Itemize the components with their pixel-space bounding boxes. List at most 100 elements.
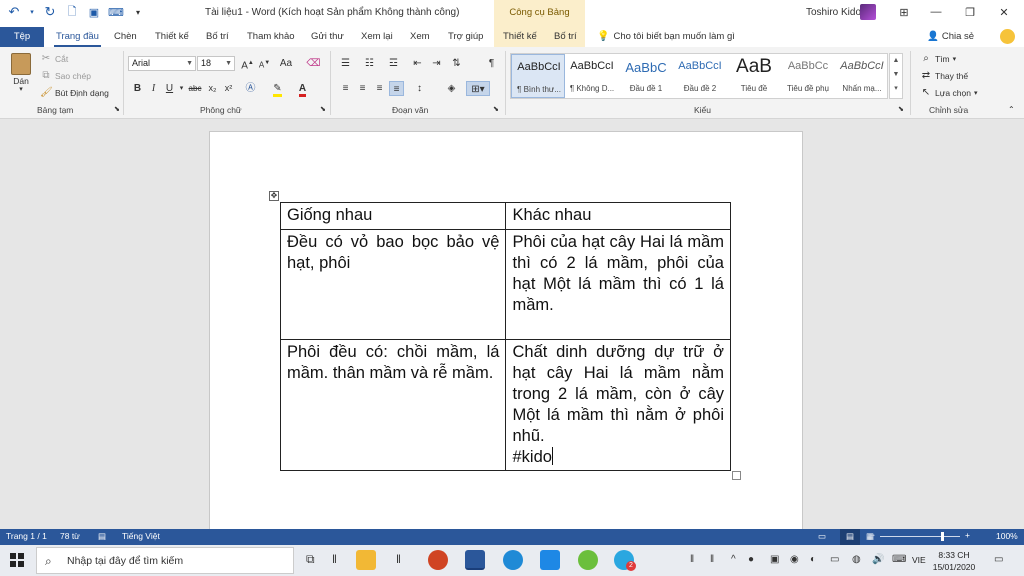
find-button[interactable]: ⌕ Tìm ▾ (920, 53, 956, 65)
tab-home[interactable]: Trang đầu (54, 27, 101, 47)
table-resize-handle[interactable] (732, 471, 741, 480)
table-cell[interactable]: Phôi của hạt cây Hai lá mầm thì có 2 lá … (505, 229, 731, 340)
input-language[interactable]: VIE (912, 555, 926, 565)
word-count[interactable]: 78 từ (60, 531, 80, 541)
multilevel-list-icon[interactable]: ☲ (386, 56, 401, 71)
tray-app-icon-4[interactable]: ◐ (810, 554, 816, 565)
store-icon[interactable] (540, 550, 560, 570)
feedback-smiley-icon[interactable] (1000, 29, 1015, 44)
task-view-icon[interactable]: ⧉ (306, 552, 315, 567)
table-cell[interactable]: Phôi đều có: chồi mầm, lá mầm. thân mầm … (279, 339, 507, 471)
style-normal[interactable]: AaBbCcI ¶ Bình thư... (511, 54, 565, 98)
redo-icon[interactable]: ↻ (42, 4, 58, 20)
change-case-button[interactable]: Aa (276, 56, 296, 71)
table-header-cell[interactable]: Giống nhau (279, 202, 507, 230)
restore-icon[interactable]: ❐ (958, 3, 982, 21)
touch-mode-icon[interactable]: ⌨ (108, 4, 124, 20)
zoom-out-icon[interactable]: − (870, 530, 875, 540)
strikethrough-button[interactable]: abc (186, 81, 204, 96)
style-heading-1[interactable]: AaBbC Đầu đề 1 (619, 54, 673, 98)
show-hidden-icons-icon[interactable]: ^ (731, 554, 736, 565)
font-color-button[interactable]: A (295, 81, 310, 97)
font-name-select[interactable]: Arial ▼ (128, 56, 196, 71)
style-subtitle[interactable]: AaBbCc Tiêu đề phụ (781, 54, 835, 98)
tab-references[interactable]: Tham khảo (247, 27, 295, 47)
undo-icon[interactable]: ↶ (6, 4, 22, 20)
replace-button[interactable]: ⇄ Thay thế (920, 70, 968, 82)
superscript-button[interactable]: x² (221, 81, 236, 96)
user-name[interactable]: Toshiro Kido (806, 7, 861, 18)
zoom-in-icon[interactable]: + (965, 530, 970, 540)
borders-icon[interactable]: ⊞▾ (466, 81, 490, 96)
document-table[interactable]: Giống nhau Khác nhau Đều có vỏ bao bọc b… (279, 202, 731, 471)
tell-me-box[interactable]: 💡 Cho tôi biết bạn muốn làm gì (597, 27, 735, 47)
tab-table-design[interactable]: Thiết kế (503, 27, 537, 47)
collapse-ribbon-icon[interactable]: ⌃ (1008, 105, 1015, 114)
edge-icon[interactable] (503, 550, 523, 570)
italic-button[interactable]: I (146, 81, 161, 96)
select-button[interactable]: ↖ Lựa chọn ▾ (920, 87, 978, 99)
paste-button[interactable]: Dán ▾ (11, 53, 31, 93)
tab-layout[interactable]: Bố trí (206, 27, 229, 47)
text-effects-icon[interactable]: Ⓐ (243, 81, 258, 96)
align-left-icon[interactable]: ≡ (338, 81, 353, 96)
action-center-icon[interactable]: ▭ (994, 554, 1003, 565)
subscript-button[interactable]: x₂ (205, 81, 220, 96)
read-mode-icon[interactable]: ▭ (818, 531, 826, 542)
ribbon-display-options-icon[interactable]: ⊞ (892, 3, 916, 21)
language-bar-icon[interactable]: ⌨ (892, 554, 906, 565)
table-header-cell[interactable]: Khác nhau (505, 202, 731, 230)
font-size-select[interactable]: 18 ▼ (197, 56, 235, 71)
tray-app-icon[interactable]: ● (748, 554, 754, 565)
tab-review[interactable]: Xem lại (361, 27, 393, 47)
style-no-spacing[interactable]: AaBbCcI ¶ Không D... (565, 54, 619, 98)
tab-file[interactable]: Tệp (0, 27, 44, 47)
line-spacing-icon[interactable]: ↕ (412, 81, 427, 96)
avatar[interactable] (860, 4, 876, 20)
customize-qat-icon[interactable]: ▾ (130, 4, 146, 20)
bullets-icon[interactable]: ☰ (338, 56, 353, 71)
word-taskbar-icon[interactable] (465, 550, 485, 570)
numbering-icon[interactable]: ☷ (362, 56, 377, 71)
sort-icon[interactable]: ⇅ (449, 56, 464, 71)
format-painter-button[interactable]: 🖌 Bút Định dạng (40, 87, 109, 99)
paragraph-launcher-icon[interactable]: ⬊ (493, 105, 499, 113)
taskbar-search-input[interactable]: ⌕ Nhập tại đây để tìm kiếm (36, 547, 294, 574)
table-cell-last[interactable]: Chất dinh dưỡng dự trữ ở hạt cây Hai lá … (505, 339, 731, 471)
minimize-icon[interactable]: — (924, 3, 948, 21)
zoom-slider[interactable] (880, 536, 960, 537)
font-launcher-icon[interactable]: ⬊ (320, 105, 326, 113)
grow-font-button[interactable]: A▲ (240, 56, 255, 71)
close-icon[interactable]: ✕ (992, 3, 1016, 21)
undo-dropdown-icon[interactable]: ▾ (28, 4, 36, 20)
tab-view[interactable]: Xem (410, 27, 430, 47)
show-formatting-marks-icon[interactable]: ¶ (484, 56, 499, 71)
style-title[interactable]: AaB Tiêu đề (727, 54, 781, 98)
clear-formatting-icon[interactable]: ⌫ (306, 56, 321, 71)
save-icon[interactable]: ▣ (86, 4, 102, 20)
network-icon[interactable]: ◍ (852, 554, 861, 565)
style-emphasis[interactable]: AaBbCcI Nhấn mạ... (835, 54, 889, 98)
align-right-icon[interactable]: ≡ (372, 81, 387, 96)
tab-design[interactable]: Thiết kế (155, 27, 189, 47)
file-explorer-icon[interactable] (356, 550, 376, 570)
tray-app-icon-3[interactable]: ◉ (790, 554, 799, 565)
windows-start-icon[interactable] (10, 553, 24, 567)
justify-icon[interactable]: ≡ (389, 81, 404, 96)
cut-button[interactable]: ✂ Cắt (40, 53, 68, 65)
zoom-slider-thumb[interactable] (941, 532, 944, 541)
tab-table-layout[interactable]: Bố trí (554, 27, 577, 47)
styles-gallery-scroll[interactable]: ▲ ▼ ▾ (889, 53, 903, 99)
share-button[interactable]: 👤 Chia sẻ (927, 27, 974, 47)
highlight-button[interactable]: ✎ (270, 81, 285, 97)
volume-icon[interactable]: 🔊 (872, 554, 884, 565)
print-preview-icon[interactable]: 🗋 (64, 4, 80, 20)
tab-mailings[interactable]: Gửi thư (311, 27, 344, 47)
table-move-handle-icon[interactable]: ✥ (269, 191, 279, 201)
shrink-font-button[interactable]: A▼ (257, 56, 272, 71)
shading-icon[interactable]: ◈ (444, 81, 459, 96)
decrease-indent-icon[interactable]: ⇤ (410, 56, 425, 71)
page-count[interactable]: Trang 1 / 1 (6, 531, 47, 541)
battery-icon[interactable]: ▭ (830, 554, 839, 565)
copy-button[interactable]: ⧉ Sao chép (40, 70, 91, 82)
